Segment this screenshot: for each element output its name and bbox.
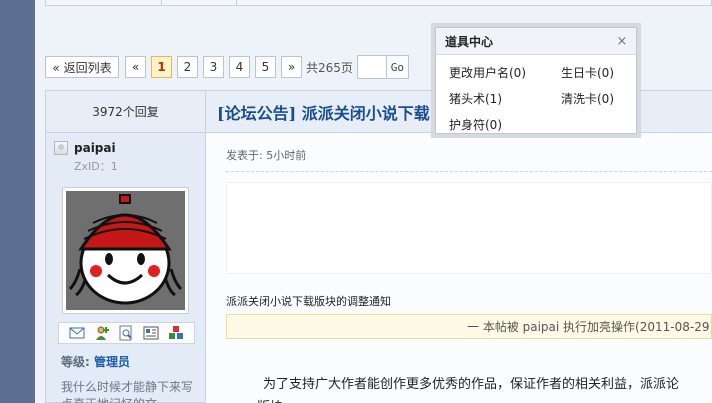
item-cleaning-card[interactable]: 清洗卡(0)	[561, 90, 614, 107]
user-action-icons	[58, 322, 195, 344]
left-edge-bar	[0, 0, 35, 403]
item-birthday-card[interactable]: 生日卡(0)	[561, 64, 614, 81]
edit-note-bar: 一 本帖被 paipai 执行加亮操作(2011-08-29)	[226, 314, 712, 339]
user-level: 等级: 管理员	[61, 353, 130, 370]
level-value: 管理员	[94, 355, 131, 369]
reply-count: 3972个回复	[46, 91, 205, 133]
profile-icon[interactable]	[118, 325, 134, 341]
author-name-link[interactable]: paipai	[74, 141, 116, 155]
edit-note-text: 一 本帖被 paipai 执行加亮操作(2011-08-29)	[467, 320, 712, 334]
post-banner-area	[226, 182, 712, 274]
avatar-image	[66, 191, 185, 310]
item-rename[interactable]: 更改用户名(0)	[449, 64, 526, 81]
total-pages-label: 共265页	[306, 60, 353, 75]
info-card-icon[interactable]	[143, 325, 159, 341]
divider	[226, 171, 712, 172]
post-body-line-1: 为了支持广大作者能创作更多优秀的作品，保证作者的相关利益，派派论	[263, 377, 680, 392]
item-amulet[interactable]: 护身符(0)	[449, 116, 502, 133]
posted-time: 发表于: 5小时前	[226, 149, 307, 162]
user-signature: 我什么时候才能静下来写点真正地记忆的文	[61, 380, 194, 403]
item-pig-head[interactable]: 猪头术(1)	[449, 90, 502, 107]
blocks-icon[interactable]	[168, 325, 184, 341]
post-body-line-2: 版块	[257, 396, 283, 403]
next-page-button[interactable]: »	[281, 56, 302, 78]
author-sidebar: 3972个回复 paipai ZxID：1 等级: 管理员 我什么时候才能静下来…	[45, 90, 206, 403]
page-number-input[interactable]	[356, 55, 387, 79]
avatar[interactable]	[62, 187, 189, 314]
popup-title: 道具中心	[436, 28, 636, 55]
close-icon[interactable]: ×	[616, 35, 628, 48]
page-3-button[interactable]: 3	[203, 56, 224, 78]
post-title: [论坛公告] 派派关闭小说下载	[217, 103, 430, 123]
page-2-button[interactable]: 2	[177, 56, 198, 78]
email-icon[interactable]	[69, 325, 85, 341]
page-5-button[interactable]: 5	[255, 56, 276, 78]
author-row: paipai	[54, 141, 116, 155]
page-1-button[interactable]: 1	[151, 56, 172, 78]
online-status-icon	[54, 141, 68, 155]
pagination-bar: « 返回列表 « 1 2 3 4 5 » 共265页 Go	[45, 55, 409, 79]
page-4-button[interactable]: 4	[229, 56, 250, 78]
go-button[interactable]: Go	[386, 55, 409, 79]
level-label: 等级:	[61, 355, 90, 369]
user-id-label: ZxID：1	[74, 160, 118, 173]
item-center-popup: 道具中心 × 更改用户名(0) 生日卡(0) 猪头术(1) 清洗卡(0) 护身符…	[431, 23, 641, 138]
prev-page-button[interactable]: «	[125, 56, 146, 78]
add-friend-icon[interactable]	[94, 325, 110, 341]
top-tab-frame	[45, 0, 712, 6]
back-to-list-button[interactable]: « 返回列表	[45, 56, 119, 78]
notice-title: 派派关闭小说下载版块的调整通知	[226, 295, 391, 308]
